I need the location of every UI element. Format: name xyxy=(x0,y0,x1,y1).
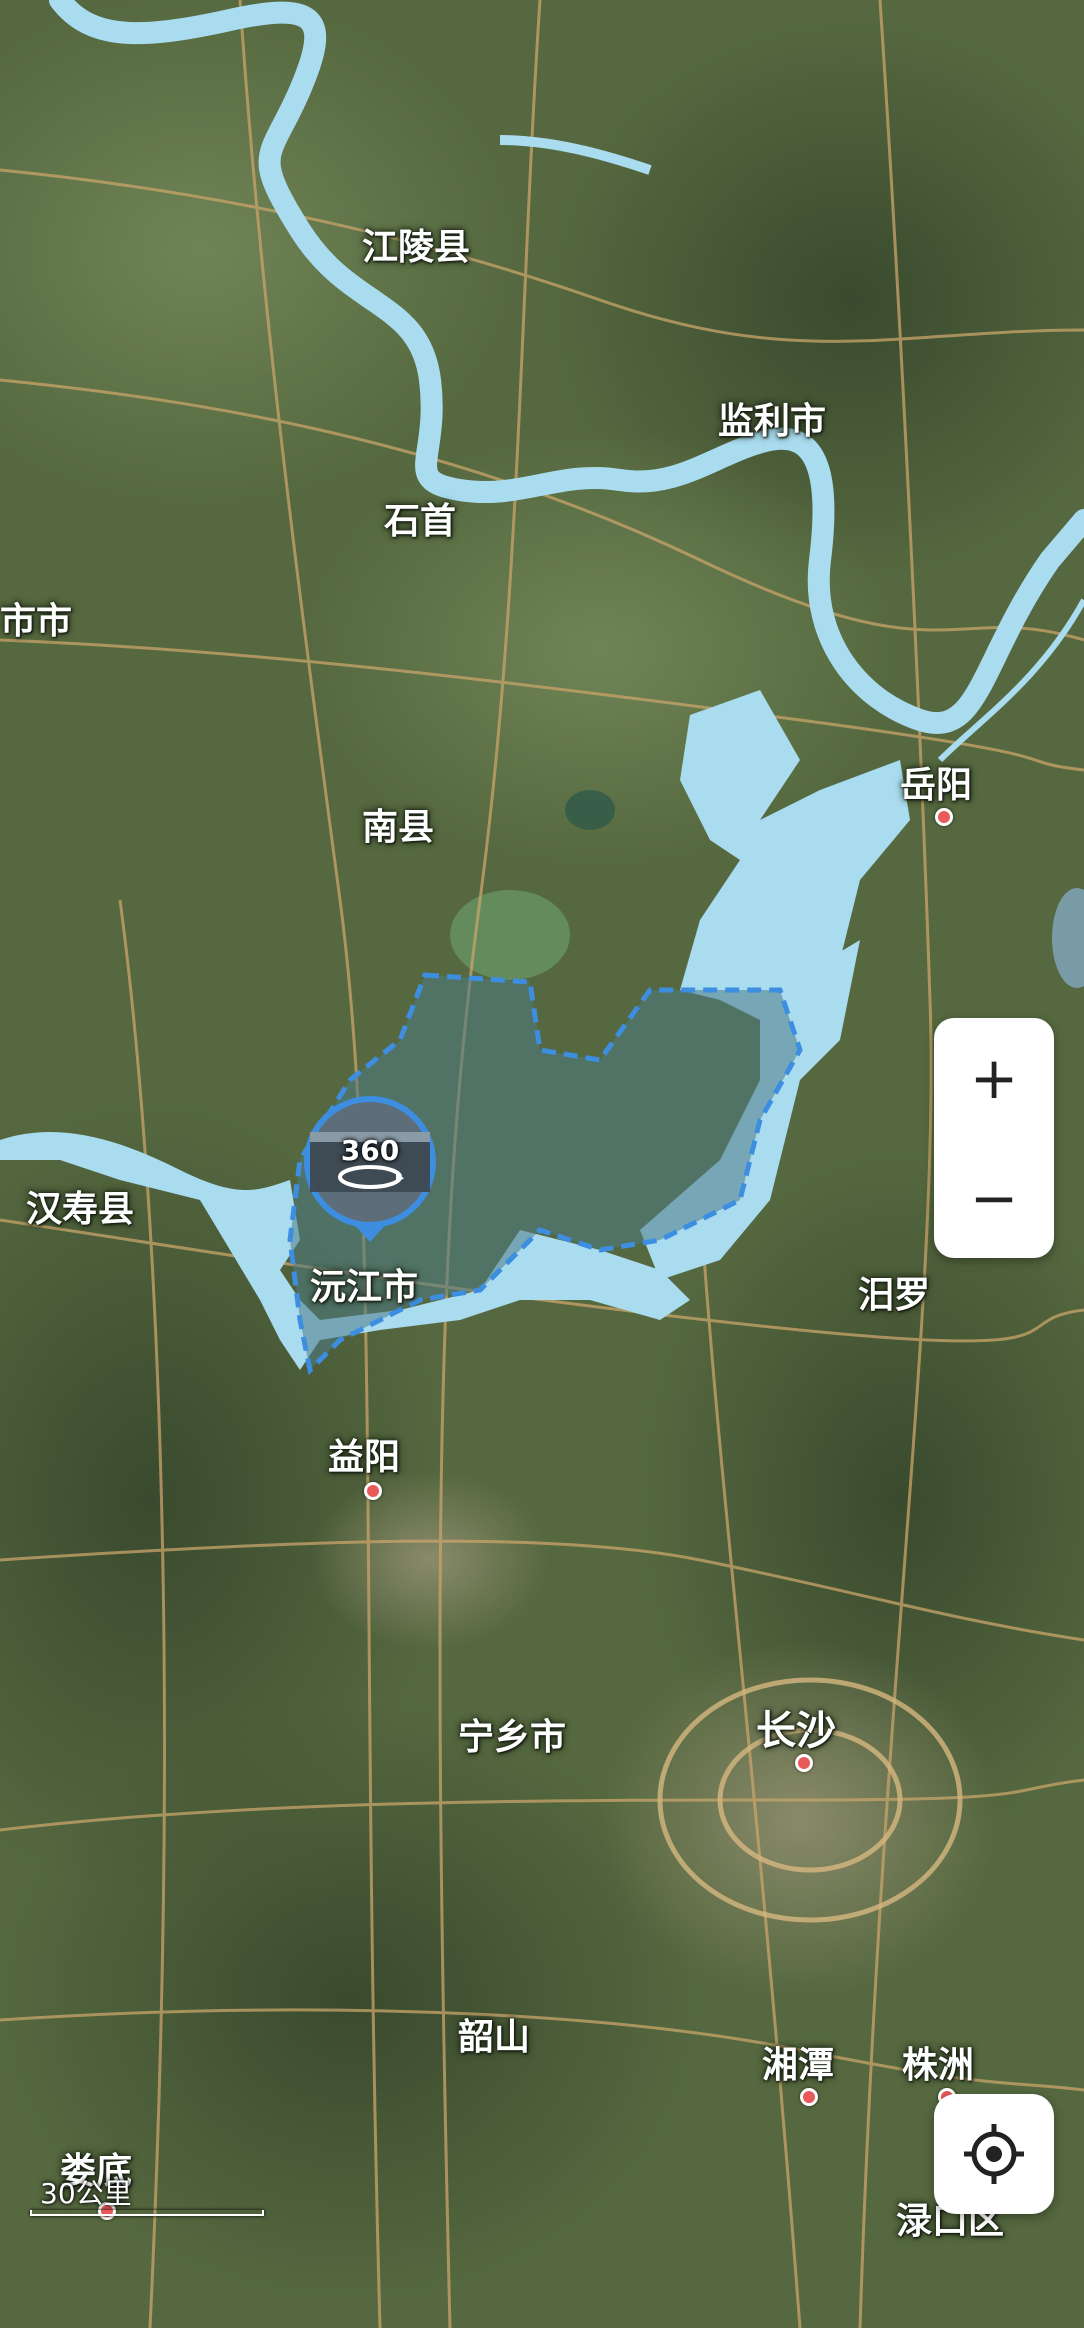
place-label-yiyang: 益阳 xyxy=(328,1437,401,1478)
place-label-nanxian: 南县 xyxy=(362,807,435,848)
scale-label: 30公里 xyxy=(40,2177,132,2210)
locate-button[interactable] xyxy=(934,2094,1054,2214)
place-label-yuanjiang: 沅江市 xyxy=(310,1267,419,1308)
place-label-jiangling: 江陵县 xyxy=(362,227,471,268)
panorama-360-icon xyxy=(304,1096,436,1242)
satellite-map[interactable] xyxy=(0,0,1084,2328)
zoom-in-button[interactable]: + xyxy=(934,1018,1054,1138)
place-label-hanshou: 汉寿县 xyxy=(26,1189,135,1230)
panorama-marker[interactable]: 360 xyxy=(300,1092,440,1262)
place-label-ningxiang: 宁乡市 xyxy=(458,1717,567,1758)
zoom-out-button[interactable]: − xyxy=(934,1138,1054,1258)
place-label-jianli: 监利市 xyxy=(718,401,827,442)
place-label-shaoshan: 韶山 xyxy=(458,2017,531,2058)
place-label-changsha: 长沙 xyxy=(756,1708,836,1754)
locate-crosshair-icon xyxy=(964,2124,1024,2184)
city-dot-xiangtan[interactable] xyxy=(800,2088,818,2106)
city-dot-yiyang[interactable] xyxy=(364,1482,382,1500)
place-label-xiangtan: 湘潭 xyxy=(762,2045,835,2086)
place-label-partial: 市市 xyxy=(0,601,73,642)
place-label-zhuzhou: 株洲 xyxy=(902,2045,975,2086)
map-scale: 30公里 xyxy=(30,2172,265,2218)
place-label-yueyang: 岳阳 xyxy=(900,765,973,806)
city-dot-yueyang[interactable] xyxy=(935,808,953,826)
panorama-text: 360 xyxy=(340,1134,400,1167)
place-label-shishou: 石首 xyxy=(384,501,457,542)
scale-bar xyxy=(30,2210,264,2216)
city-dot-changsha[interactable] xyxy=(795,1754,813,1772)
place-label-miluo: 汨罗 xyxy=(858,1275,931,1316)
zoom-control: + − xyxy=(934,1018,1054,1258)
